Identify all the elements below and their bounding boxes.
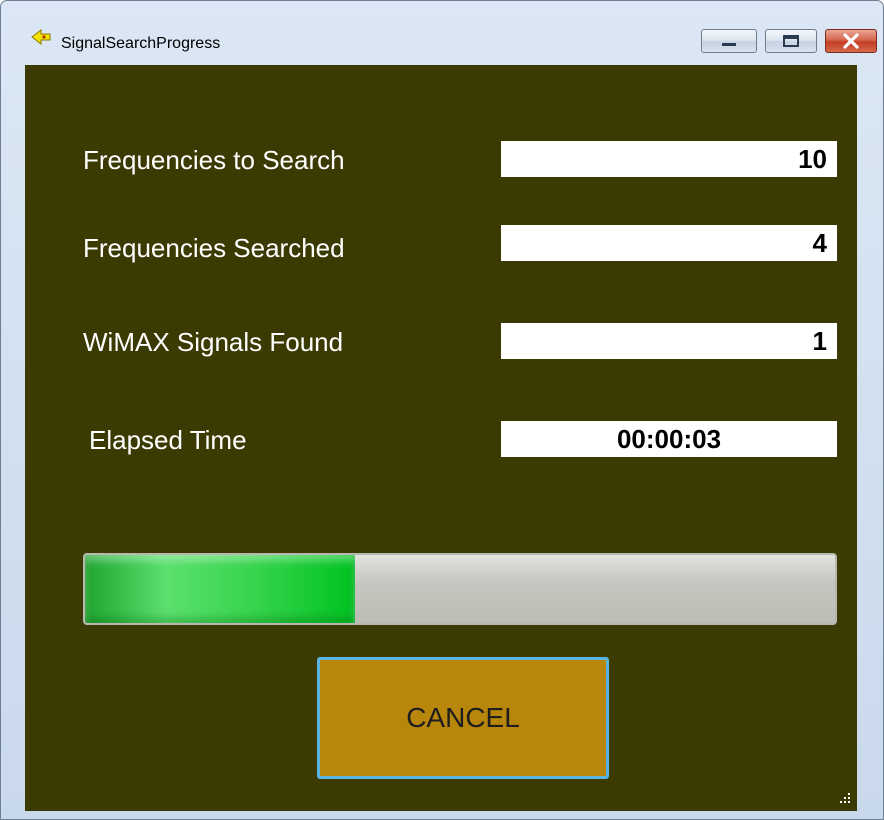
- elapsed-time-value: 00:00:03: [501, 421, 837, 457]
- search-progress-fill: [85, 555, 355, 623]
- close-button[interactable]: [825, 29, 877, 53]
- maximize-button[interactable]: [765, 29, 817, 53]
- minimize-icon: [722, 43, 736, 46]
- minimize-button[interactable]: [701, 29, 757, 53]
- search-progress-bar: [83, 553, 837, 625]
- signal-search-progress-window: SignalSearchProgress Frequencies to Sear…: [0, 0, 884, 820]
- wimax-signals-found-label: WiMAX Signals Found: [83, 327, 344, 357]
- elapsed-time-label: Elapsed Time: [89, 425, 247, 455]
- frequencies-to-search-value: 10: [501, 141, 837, 177]
- frequencies-to-search-label: Frequencies to Search: [83, 145, 345, 175]
- client-area: Frequencies to Search 10 Frequencies Sea…: [25, 65, 857, 811]
- app-icon: [31, 29, 51, 45]
- title-bar[interactable]: SignalSearchProgress: [1, 1, 883, 53]
- resize-grip-icon[interactable]: [837, 791, 851, 805]
- cancel-button[interactable]: CANCEL: [317, 657, 609, 779]
- frequencies-searched-label: Frequencies Searched: [83, 233, 345, 263]
- window-title: SignalSearchProgress: [61, 35, 221, 52]
- maximize-icon: [783, 35, 799, 47]
- close-icon: [843, 33, 859, 49]
- frequencies-searched-value: 4: [501, 225, 837, 261]
- wimax-signals-found-value: 1: [501, 323, 837, 359]
